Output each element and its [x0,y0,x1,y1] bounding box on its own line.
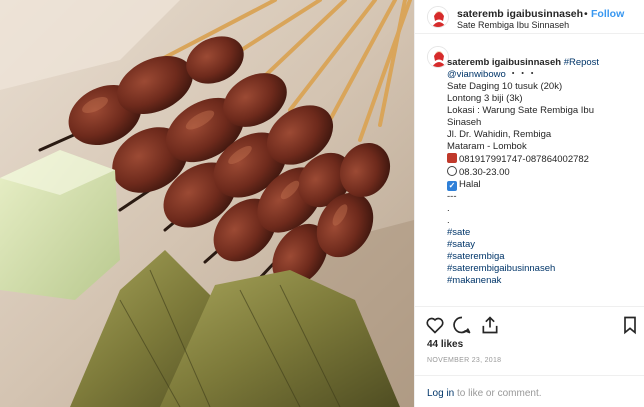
satay-photo-image [0,0,414,407]
repost-hashtag[interactable]: #Repost [564,57,599,68]
header-username[interactable]: sateremb igaibusinnaseh [457,8,583,20]
caption-separator: . [447,203,450,214]
mention-link[interactable]: @vianwibowo [447,69,506,80]
hashtag-link[interactable]: #saterembiga [447,251,643,263]
opening-hours: 08.30-23.00 [459,167,510,178]
post-date[interactable]: NOVEMBER 23, 2018 [427,357,501,364]
comment-footer: Log in to like or comment. [415,375,644,407]
caption-text: sateremb igaibusinnaseh #Repost @vianwib… [447,57,643,287]
avatar-image [428,47,448,67]
caption-line: Sate Daging 10 tusuk (20k) [447,81,563,92]
caption-halal-line: ✓ Halal [447,179,643,191]
caption-username[interactable]: sateremb igaibusinnaseh [447,57,561,68]
caption-line: Sinaseh [447,117,482,128]
location-link[interactable]: Sate Rembiga Ibu Sinnaseh [457,20,569,30]
login-link[interactable]: Log in [427,388,454,399]
caption-line: Mataram - Lombok [447,141,527,152]
caption-area: sateremb igaibusinnaseh #Repost @vianwib… [415,34,644,306]
hashtag-link[interactable]: #sate [447,227,643,239]
login-prompt-suffix: to like or comment. [454,388,542,399]
caption-separator: . [447,215,450,226]
comment-icon[interactable] [452,315,472,335]
caption-avatar[interactable] [427,46,449,68]
post-side-panel: sateremb igaibusinnaseh • Follow Sate Re… [414,0,644,407]
halal-label: Halal [459,179,481,190]
avatar[interactable] [427,6,449,28]
caption-phone-line: 081917991747-087864002782 [447,153,643,166]
follow-button[interactable]: Follow [591,8,624,20]
caption-separator: --- [447,191,457,202]
alarm-clock-icon [447,166,457,176]
avatar-image [428,7,448,27]
caption-line: Lontong 3 biji (3k) [447,93,523,104]
check-box-icon: ✓ [447,181,457,191]
caption-first-line: sateremb igaibusinnaseh #Repost [447,57,643,69]
hashtag-link[interactable]: #satay [447,239,643,251]
caption-mention-line: @vianwibowo ・・・ [447,69,643,81]
follow-separator: • [584,8,588,20]
phone-number: 081917991747-087864002782 [459,154,589,165]
caption-hours-line: 08.30-23.00 [447,166,643,179]
login-prompt: Log in to like or comment. [427,388,542,399]
mention-suffix: ・・・ [508,69,537,80]
likes-count[interactable]: 44 likes [427,339,463,350]
caption-line: Lokasi : Warung Sate Rembiga Ibu [447,105,594,116]
action-bar [415,306,644,342]
heart-icon[interactable] [425,315,445,335]
bookmark-icon[interactable] [620,315,640,335]
post-header: sateremb igaibusinnaseh • Follow Sate Re… [415,0,644,34]
post-photo[interactable] [0,0,414,407]
telephone-icon [447,153,457,163]
caption-line: Jl. Dr. Wahidin, Rembiga [447,129,552,140]
hashtag-link[interactable]: #saterembigaibusinnaseh [447,263,643,275]
hashtag-link[interactable]: #makanenak [447,275,643,287]
share-icon[interactable] [480,315,500,335]
